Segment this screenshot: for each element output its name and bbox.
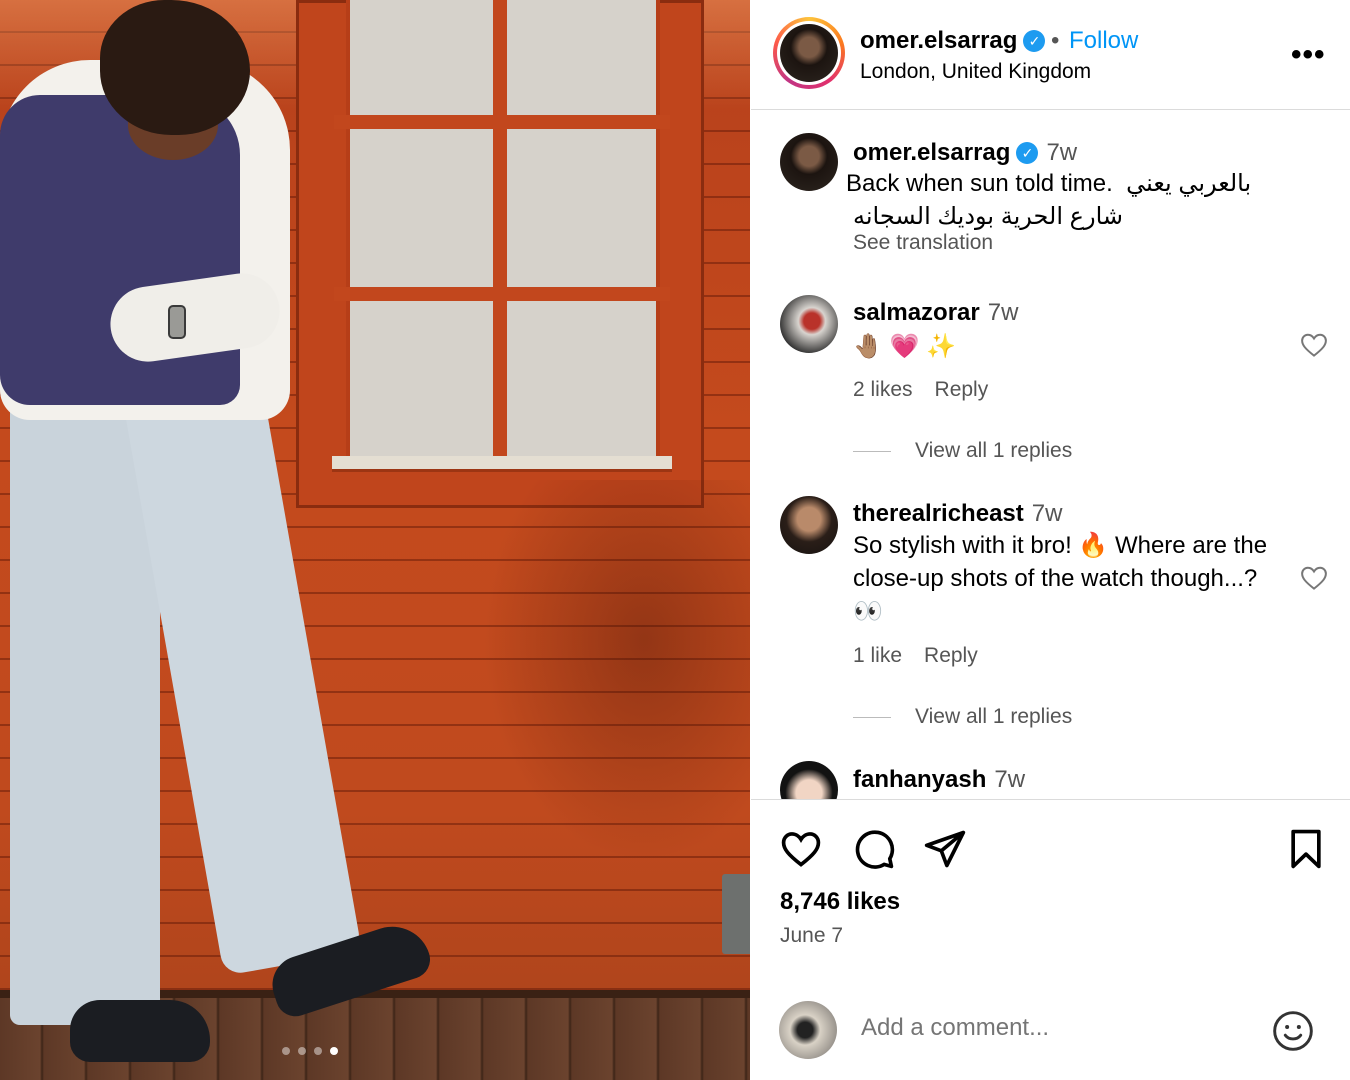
commenter-avatar[interactable] (780, 496, 838, 554)
post-date: June 7 (780, 924, 844, 947)
bookmark-icon[interactable] (1284, 827, 1328, 871)
reply-button[interactable]: Reply (935, 378, 989, 401)
post-location[interactable]: London, United Kingdom (860, 60, 1091, 84)
header-separator: • (1051, 27, 1060, 54)
comment-username[interactable]: fanhanyash 7w (853, 766, 1025, 794)
comment-likes[interactable]: 1 like (853, 644, 902, 667)
author-avatar[interactable] (780, 24, 838, 82)
comment-username[interactable]: salmazorar 7w (853, 299, 1018, 327)
carousel-dot[interactable] (314, 1047, 322, 1055)
post-photo[interactable] (0, 0, 750, 1080)
window-mullion (493, 0, 507, 460)
smiley-icon[interactable] (1271, 1009, 1315, 1053)
current-user-avatar (779, 1001, 837, 1059)
likes-count[interactable]: 8,746 likes (780, 888, 900, 916)
carousel-dot[interactable] (298, 1047, 306, 1055)
commenter-avatar[interactable] (780, 761, 838, 799)
caption-username[interactable]: omer.elsarrag ✓ 7w (853, 139, 1077, 167)
window-mullion (334, 115, 670, 129)
caption-time: 7w (1046, 139, 1078, 166)
carousel-dot-active[interactable] (330, 1047, 338, 1055)
like-icon[interactable] (779, 827, 823, 871)
author-username[interactable]: omer.elsarrag ✓ (860, 27, 1046, 55)
comment-meta: 1 like Reply (853, 644, 1000, 668)
view-replies-button[interactable]: View all 1 replies (853, 439, 1072, 463)
window-sill (332, 456, 672, 472)
post-details-panel: omer.elsarrag ✓ • Follow London, United K… (751, 0, 1350, 1080)
comments-list[interactable]: omer.elsarrag ✓ 7w Back when sun told time… (751, 111, 1350, 799)
wristwatch (168, 305, 186, 339)
send-icon[interactable] (923, 827, 967, 871)
commenter-avatar[interactable] (780, 295, 838, 353)
comment-text: 🤚🏽 💗 ✨ (853, 333, 956, 360)
comment-like-icon[interactable] (1299, 330, 1329, 360)
verified-badge-icon: ✓ (1016, 142, 1039, 164)
comment-likes[interactable]: 2 likes (853, 378, 913, 401)
view-replies-button[interactable]: View all 1 replies (853, 705, 1072, 729)
comment-username[interactable]: therealricheast 7w (853, 500, 1062, 528)
see-translation-link[interactable]: See translation (853, 231, 993, 255)
post-actions: 8,746 likes June 7 (751, 799, 1350, 969)
reply-button[interactable]: Reply (924, 644, 978, 667)
add-comment-bar (751, 969, 1350, 1080)
window-mullion (334, 287, 670, 301)
caption-text-line2: شارع الحرية بوديك السجانه (853, 203, 1124, 230)
more-options-icon[interactable]: ••• (1291, 38, 1326, 72)
post-header: omer.elsarrag ✓ • Follow London, United K… (751, 0, 1350, 110)
carousel-indicator (282, 1047, 338, 1055)
wall-outlet (722, 874, 750, 954)
story-ring[interactable] (773, 17, 845, 89)
comment-meta: 2 likes Reply (853, 378, 1010, 402)
verified-badge-icon: ✓ (1023, 30, 1046, 52)
caption-text: Back when sun told time. بالعربي يعني (846, 170, 1252, 197)
follow-button[interactable]: Follow (1069, 27, 1138, 55)
carousel-dot[interactable] (282, 1047, 290, 1055)
comment-like-icon[interactable] (1299, 563, 1329, 593)
comment-text: So stylish with it bro! 🔥 Where are the … (853, 532, 1268, 625)
comment-icon[interactable] (852, 827, 896, 871)
person-hair (100, 0, 250, 135)
leaf-shadow (470, 480, 750, 880)
caption-avatar[interactable] (780, 133, 838, 191)
comment-input[interactable] (861, 1014, 1261, 1042)
person-shoe (70, 1000, 210, 1062)
